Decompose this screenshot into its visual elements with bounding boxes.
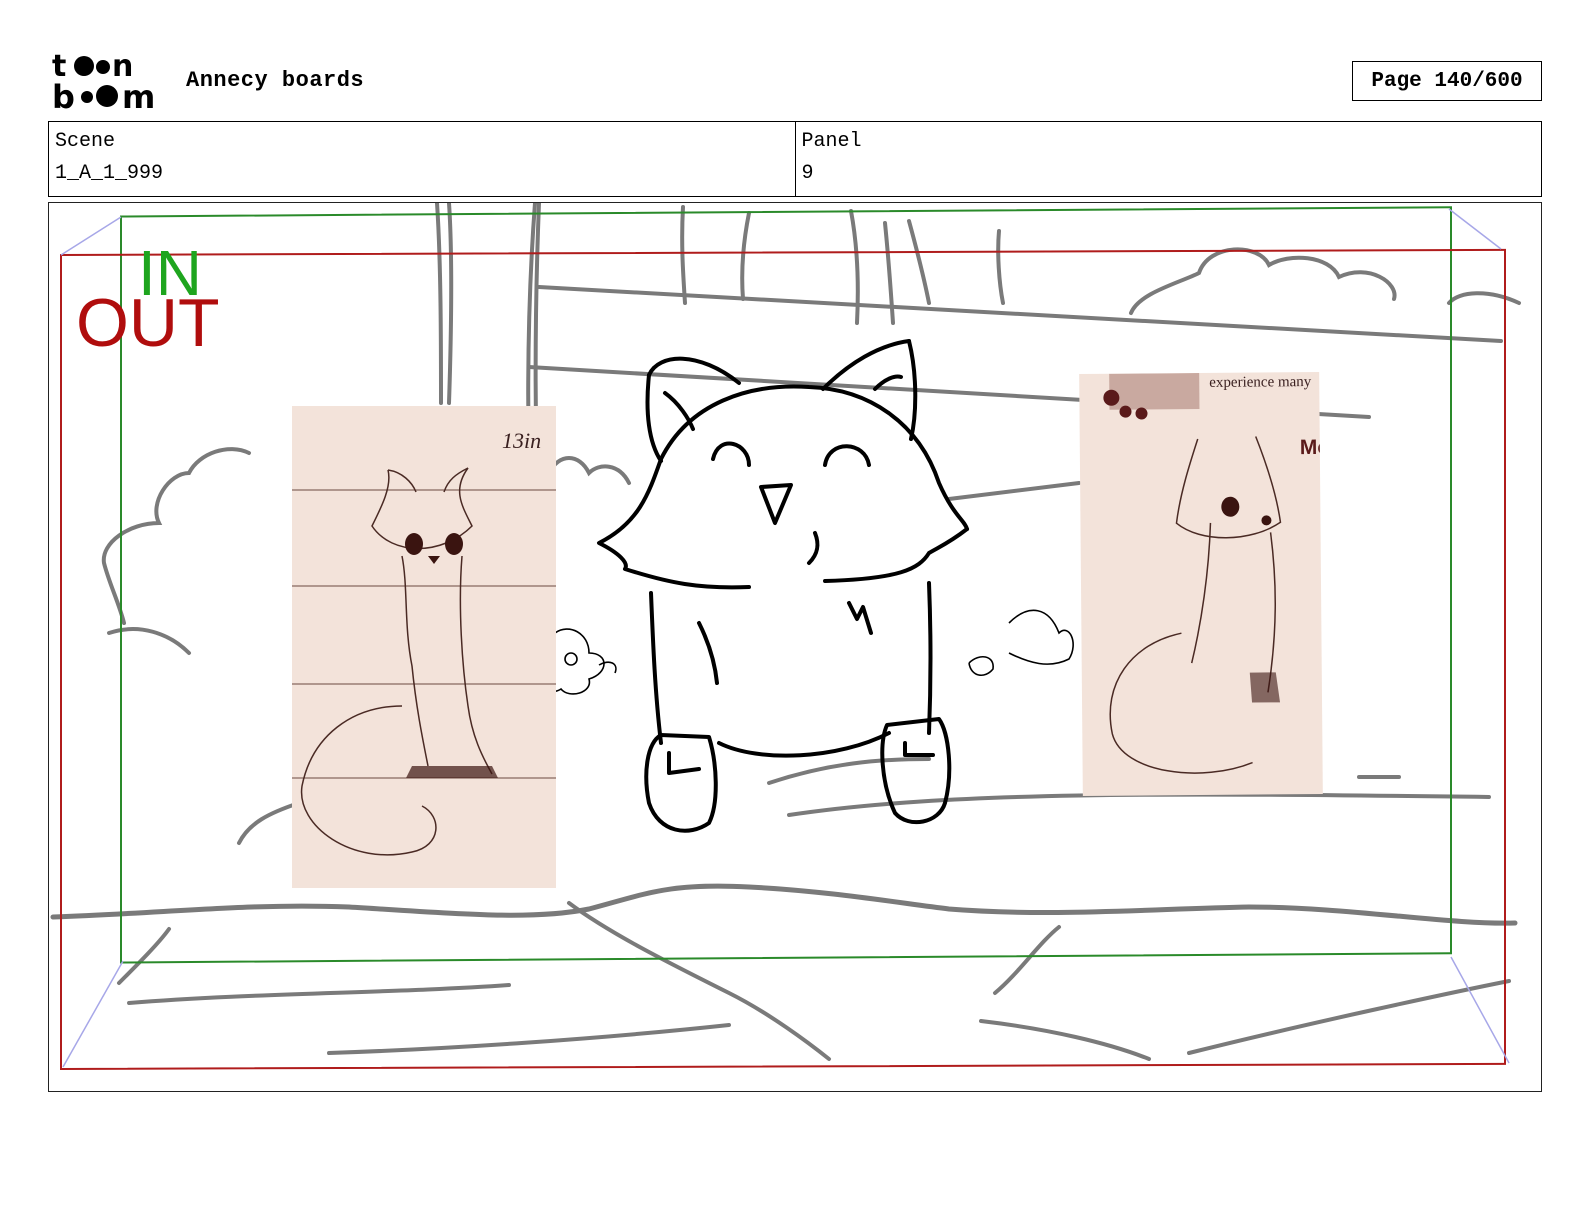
scene-cell: Scene 1_A_1_999: [49, 122, 795, 196]
reference-partial-text: Mo: [1299, 435, 1323, 460]
scene-value: 1_A_1_999: [55, 162, 164, 185]
height-note: 13in: [502, 428, 542, 453]
fox-reference-sheet-left: 13in: [292, 406, 556, 888]
panel-value: 9: [801, 162, 814, 185]
fox-reference-drawing-right: [1103, 373, 1282, 774]
reference-caption: experience many: [1209, 374, 1312, 391]
page-indicator: Page 140/600: [1352, 61, 1542, 101]
document-title: Annecy boards: [186, 68, 365, 93]
fox-reference-sheet-right: experience many Mo: [1079, 371, 1323, 797]
toon-boom-logo: t n b m: [52, 50, 155, 114]
out-label: OUT: [76, 285, 220, 361]
svg-text:b: b: [52, 78, 75, 114]
fox-reference-drawing-left: [292, 467, 556, 856]
panel-cell: Panel 9: [794, 122, 1542, 196]
svg-text:m: m: [122, 78, 155, 114]
storyboard-panel: 13in experience many Mo IN OUT: [48, 202, 1542, 1092]
panel-label: Panel: [801, 130, 862, 153]
scene-label: Scene: [55, 130, 116, 153]
scene-panel-table: Scene 1_A_1_999 Panel 9: [48, 121, 1542, 197]
